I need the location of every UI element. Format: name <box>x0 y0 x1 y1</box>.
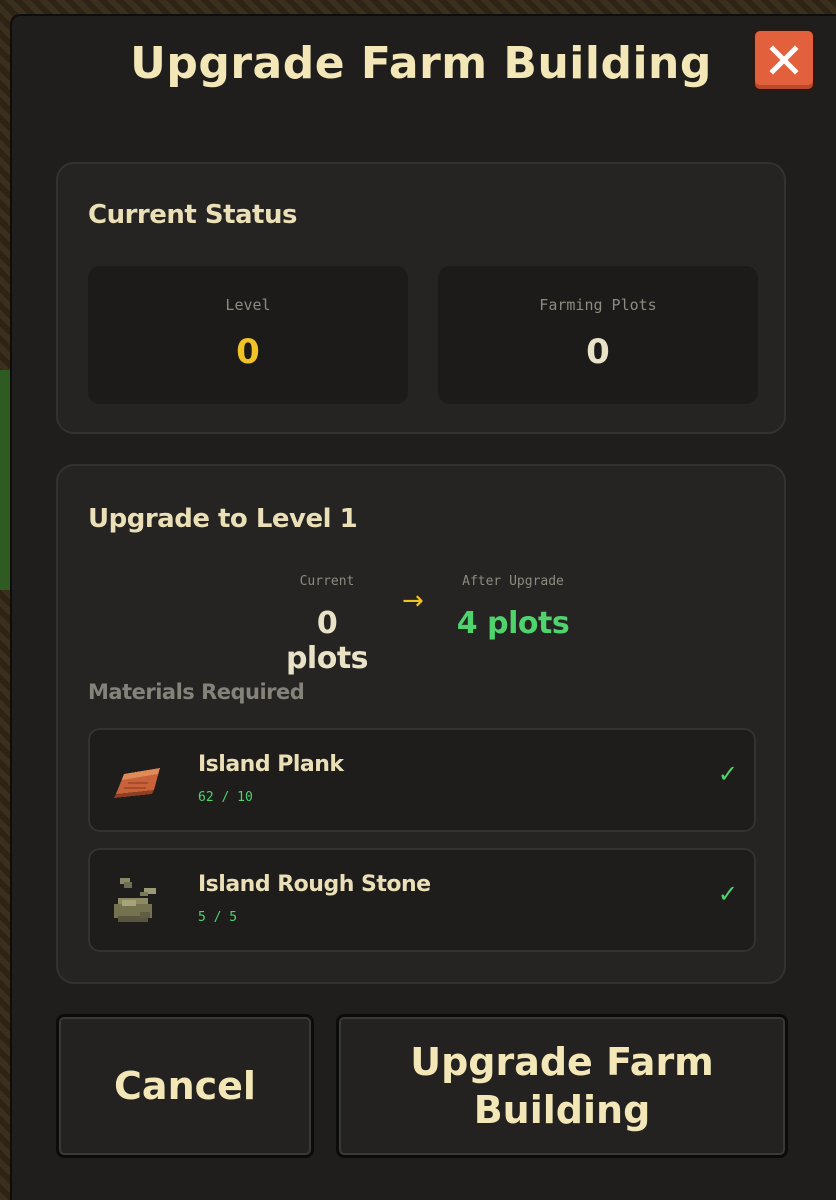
plank-icon <box>114 768 160 798</box>
upgrade-farm-building-button[interactable]: Upgrade Farm Building <box>336 1014 788 1158</box>
material-name: Island Plank <box>198 752 344 777</box>
after-upgrade-plots: After Upgrade 4 plots <box>448 574 578 641</box>
check-icon: ✓ <box>717 880 738 908</box>
current-plots: Current 0 plots <box>272 574 382 676</box>
materials-required-label: Materials Required <box>88 680 305 704</box>
rough-stone-icon <box>114 878 156 922</box>
upgrade-card: Upgrade to Level 1 Current 0 plots → Aft… <box>56 464 786 984</box>
modal-title: Upgrade Farm Building <box>130 38 712 89</box>
after-upgrade-label: After Upgrade <box>462 574 564 589</box>
farming-plots-stat: Farming Plots 0 <box>438 266 758 404</box>
upgrade-heading: Upgrade to Level 1 <box>88 504 358 534</box>
after-upgrade-value: 4 plots <box>456 606 570 641</box>
arrow-right-icon: → <box>402 586 424 616</box>
current-plots-label: Current <box>299 574 355 589</box>
material-quantity: 62 / 10 <box>198 790 253 805</box>
current-plots-value: 0 plots <box>285 606 369 676</box>
current-status-card: Current Status Level 0 Farming Plots 0 <box>56 162 786 434</box>
current-status-heading: Current Status <box>88 200 297 230</box>
material-quantity: 5 / 5 <box>198 910 238 925</box>
material-row: Island Rough Stone 5 / 5 ✓ <box>88 848 756 952</box>
level-stat: Level 0 <box>88 266 408 404</box>
level-label: Level <box>225 296 271 314</box>
farming-plots-label: Farming Plots <box>539 296 657 314</box>
material-row: Island Plank 62 / 10 ✓ <box>88 728 756 832</box>
material-name: Island Rough Stone <box>198 872 431 897</box>
level-value: 0 <box>236 332 260 372</box>
check-icon: ✓ <box>717 760 738 788</box>
farming-plots-value: 0 <box>586 332 610 372</box>
cancel-button[interactable]: Cancel <box>56 1014 314 1158</box>
close-button[interactable] <box>752 28 816 92</box>
close-icon <box>769 45 799 75</box>
